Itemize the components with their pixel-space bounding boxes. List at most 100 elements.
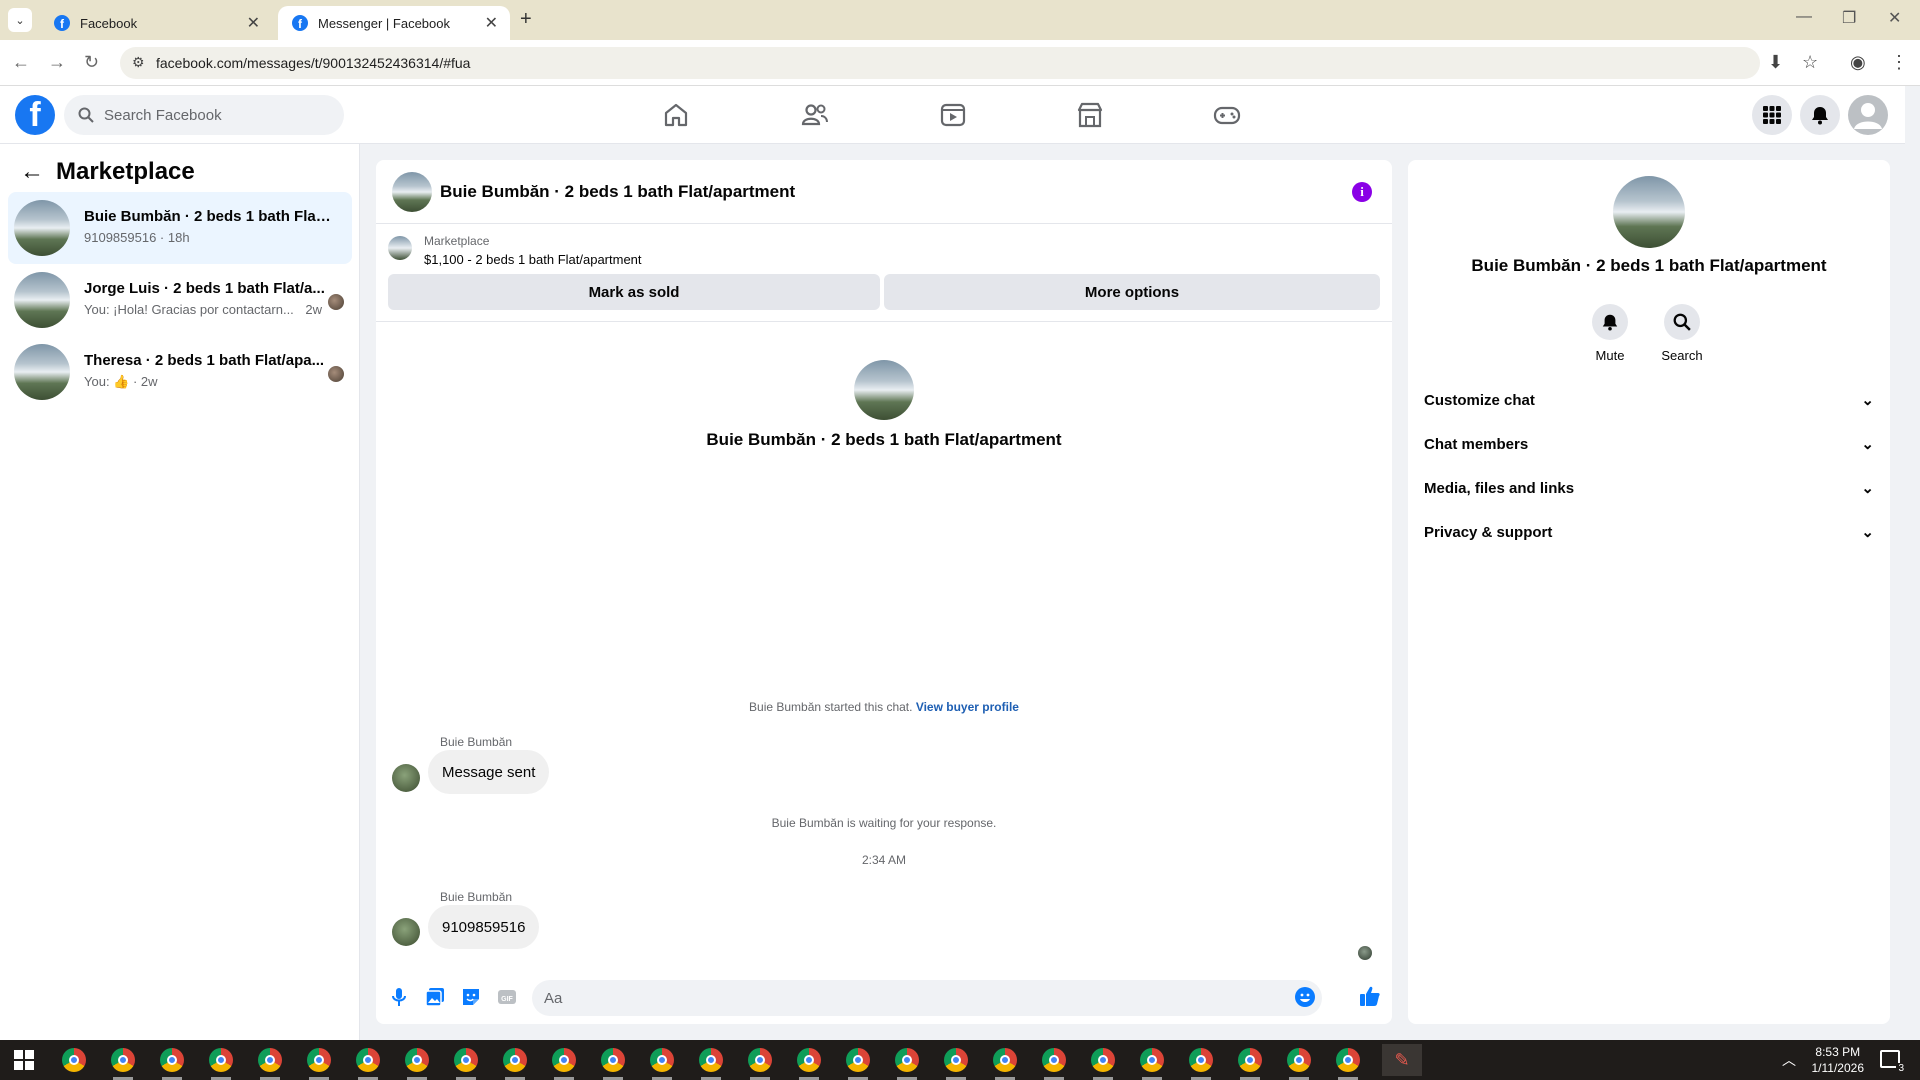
- menu-grid-button[interactable]: [1752, 95, 1792, 135]
- video-icon[interactable]: [938, 100, 968, 130]
- chrome-taskbar-icon[interactable]: [1287, 1048, 1311, 1072]
- customize-chat-section[interactable]: Customize chat ⌄: [1424, 378, 1874, 422]
- system-clock[interactable]: 8:53 PM 1/11/2026: [1812, 1044, 1865, 1076]
- close-tab-icon[interactable]: ✕: [485, 13, 498, 33]
- reload-icon[interactable]: ↻: [84, 52, 99, 73]
- facebook-logo-icon[interactable]: f: [15, 95, 55, 135]
- marketplace-icon[interactable]: [1075, 100, 1105, 130]
- message-bubble[interactable]: 9109859516: [428, 905, 540, 949]
- search-placeholder: Search Facebook: [104, 106, 222, 124]
- chrome-taskbar-icon[interactable]: [601, 1048, 625, 1072]
- account-button[interactable]: [1848, 95, 1888, 135]
- mark-as-sold-button[interactable]: Mark as sold: [388, 274, 880, 310]
- tab-facebook[interactable]: f Facebook ✕: [40, 6, 272, 40]
- message-bubble[interactable]: Message sent: [428, 750, 550, 794]
- notifications-button[interactable]: [1800, 95, 1840, 135]
- more-options-button[interactable]: More options: [884, 274, 1380, 310]
- install-app-icon[interactable]: ⬇: [1768, 52, 1783, 73]
- tray-chevron-icon[interactable]: ︿: [1782, 1050, 1796, 1070]
- listing-thumbnail: [388, 236, 412, 260]
- chrome-taskbar-icon[interactable]: [405, 1048, 429, 1072]
- forward-icon[interactable]: →: [48, 52, 66, 73]
- message-input[interactable]: [532, 980, 1322, 1016]
- search-icon: [1673, 313, 1691, 331]
- gif-icon[interactable]: GIF: [496, 986, 518, 1008]
- chrome-taskbar-icon[interactable]: [62, 1048, 86, 1072]
- site-info-icon[interactable]: ⚙: [132, 54, 145, 71]
- search-button[interactable]: Search: [1652, 304, 1712, 363]
- restore-icon[interactable]: ❐: [1842, 8, 1856, 28]
- media-files-links-section[interactable]: Media, files and links ⌄: [1424, 466, 1874, 510]
- chrome-taskbar-icon[interactable]: [699, 1048, 723, 1072]
- mute-button[interactable]: Mute: [1580, 304, 1640, 363]
- chrome-taskbar-icon[interactable]: [356, 1048, 380, 1072]
- chrome-taskbar-icon[interactable]: [552, 1048, 576, 1072]
- info-icon[interactable]: i: [1352, 182, 1372, 202]
- chrome-taskbar-icon[interactable]: [797, 1048, 821, 1072]
- chrome-taskbar-icon[interactable]: [944, 1048, 968, 1072]
- windows-start-icon[interactable]: [14, 1050, 34, 1070]
- conversation-item[interactable]: Jorge Luis · 2 beds 1 bath Flat/a... You…: [8, 264, 352, 336]
- chrome-taskbar-icon[interactable]: [895, 1048, 919, 1072]
- profile-icon[interactable]: ◉: [1850, 52, 1866, 73]
- chevron-down-icon: ⌄: [1861, 480, 1874, 497]
- close-tab-icon[interactable]: ✕: [247, 13, 260, 33]
- view-buyer-profile-link[interactable]: View buyer profile: [916, 700, 1019, 714]
- thumbs-up-icon: 👍: [113, 374, 130, 389]
- chrome-taskbar-icon[interactable]: [307, 1048, 331, 1072]
- notification-center-icon[interactable]: 3: [1880, 1050, 1906, 1074]
- chrome-taskbar-icon[interactable]: [160, 1048, 184, 1072]
- chrome-taskbar-icon[interactable]: [846, 1048, 870, 1072]
- chrome-taskbar-icon[interactable]: [1042, 1048, 1066, 1072]
- home-icon[interactable]: [661, 100, 691, 130]
- microphone-icon[interactable]: [388, 986, 410, 1008]
- conversation-name: Buie Bumbăn · 2 beds 1 bath Flat/a...: [84, 208, 334, 225]
- chrome-taskbar-icon[interactable]: [650, 1048, 674, 1072]
- new-tab-button[interactable]: +: [520, 8, 532, 31]
- emoji-icon[interactable]: [1294, 986, 1316, 1008]
- chrome-taskbar-icon[interactable]: [1336, 1048, 1360, 1072]
- conversation-item[interactable]: Theresa · 2 beds 1 bath Flat/apa... You:…: [8, 336, 352, 408]
- listing-price[interactable]: $1,100 - 2 beds 1 bath Flat/apartment: [424, 252, 642, 267]
- chrome-taskbar-icon[interactable]: [993, 1048, 1017, 1072]
- conversation-name: Theresa · 2 beds 1 bath Flat/apa...: [84, 352, 325, 369]
- chrome-taskbar-icon[interactable]: [111, 1048, 135, 1072]
- minimize-icon[interactable]: —: [1796, 8, 1812, 26]
- tab-messenger[interactable]: f Messenger | Facebook ✕: [278, 6, 510, 40]
- sender-avatar[interactable]: [392, 764, 420, 792]
- friends-icon[interactable]: [800, 100, 830, 130]
- chat-avatar[interactable]: [392, 172, 432, 212]
- sticker-icon[interactable]: [460, 986, 482, 1008]
- chrome-menu-icon[interactable]: ⋮: [1890, 52, 1908, 73]
- search-field[interactable]: Search Facebook: [64, 95, 344, 135]
- privacy-support-section[interactable]: Privacy & support ⌄: [1424, 510, 1874, 554]
- conversation-item[interactable]: Buie Bumbăn · 2 beds 1 bath Flat/a... 91…: [8, 192, 352, 264]
- photo-icon[interactable]: [424, 986, 446, 1008]
- chrome-taskbar-icon[interactable]: [503, 1048, 527, 1072]
- chrome-taskbar-icon[interactable]: [209, 1048, 233, 1072]
- chat-title[interactable]: Buie Bumbăn · 2 beds 1 bath Flat/apartme…: [440, 182, 795, 202]
- chrome-taskbar-icon[interactable]: [454, 1048, 478, 1072]
- conversation-preview-row: You: ¡Hola! Gracias por contactarn... 2w: [84, 302, 322, 317]
- thumbs-up-icon[interactable]: [1358, 984, 1382, 1008]
- facebook-favicon-icon: f: [54, 15, 70, 31]
- tab-list-dropdown[interactable]: ⌄: [8, 8, 32, 32]
- url-field[interactable]: facebook.com/messages/t/900132452436314/…: [120, 47, 1760, 79]
- chrome-taskbar-icon[interactable]: [748, 1048, 772, 1072]
- close-window-icon[interactable]: ✕: [1888, 8, 1901, 28]
- chrome-taskbar-icon[interactable]: [258, 1048, 282, 1072]
- sender-avatar[interactable]: [392, 918, 420, 946]
- back-icon[interactable]: ←: [12, 52, 30, 73]
- chrome-taskbar-icon[interactable]: [1189, 1048, 1213, 1072]
- bookmark-star-icon[interactable]: ☆: [1802, 52, 1818, 73]
- gaming-icon[interactable]: [1212, 100, 1242, 130]
- details-avatar[interactable]: [1613, 176, 1685, 248]
- grid-icon: [1763, 106, 1781, 124]
- search-label: Search: [1661, 348, 1703, 363]
- chrome-taskbar-icon[interactable]: [1140, 1048, 1164, 1072]
- pinned-app-icon[interactable]: ✎: [1382, 1044, 1422, 1076]
- chrome-taskbar-icon[interactable]: [1091, 1048, 1115, 1072]
- chat-members-section[interactable]: Chat members ⌄: [1424, 422, 1874, 466]
- back-arrow-icon[interactable]: ←: [20, 158, 44, 186]
- chrome-taskbar-icon[interactable]: [1238, 1048, 1262, 1072]
